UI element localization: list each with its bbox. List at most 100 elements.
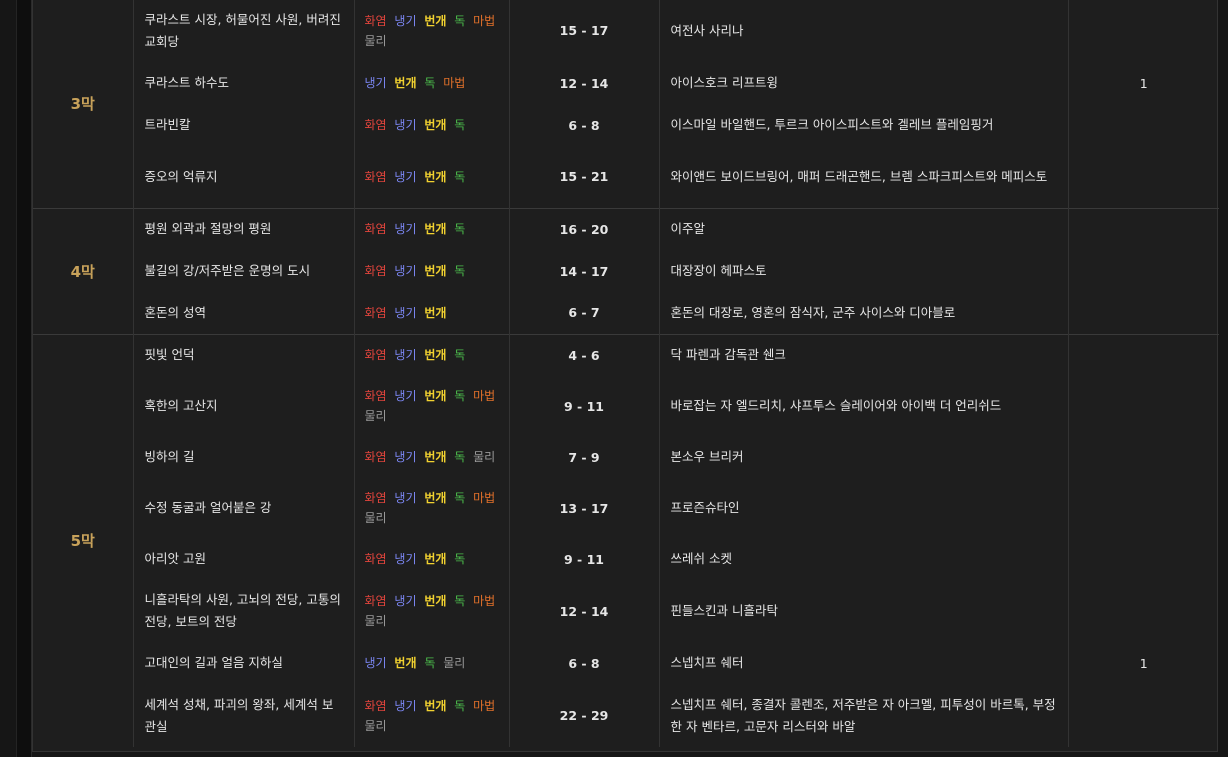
boss-cell: 혼돈의 대장로, 영혼의 잠식자, 군주 사이스와 디아블로 bbox=[659, 292, 1069, 334]
level-range-cell: 15 - 21 bbox=[509, 146, 660, 208]
level-range-cell: 16 - 20 bbox=[509, 207, 660, 250]
level-range-cell: 6 - 7 bbox=[509, 292, 660, 334]
cold-resist-tag: 냉기 bbox=[394, 389, 417, 403]
table-row: 니흘라탁의 사원, 고뇌의 전당, 고통의 전당, 보트의 전당 화염 냉기 번개… bbox=[33, 580, 1219, 642]
location-cell: 니흘라탁의 사원, 고뇌의 전당, 고통의 전당, 보트의 전당 bbox=[133, 580, 355, 642]
table-row: 아리앗 고원 화염 냉기 번개 독 9 - 11 쓰레쉬 소켓 bbox=[33, 538, 1219, 580]
boss-cell: 아이스호크 리프트윙 bbox=[659, 62, 1069, 104]
table-row: 빙하의 길 화염 냉기 번개 독 물리 7 - 9 본소우 브리커 bbox=[33, 436, 1219, 478]
location-cell: 쿠라스트 하수도 bbox=[133, 62, 355, 104]
count-cell bbox=[1068, 207, 1219, 250]
chaos-resist-tag: 독 bbox=[454, 264, 466, 278]
location-cell: 수정 동굴과 얼어붙은 강 bbox=[133, 478, 355, 538]
magic-resist-tag: 마법 bbox=[473, 594, 496, 608]
count-cell bbox=[1068, 436, 1219, 478]
fire-resist-tag: 화염 bbox=[364, 305, 387, 320]
physical-resist-tag: 물리 bbox=[443, 656, 466, 670]
cold-resist-tag: 냉기 bbox=[394, 594, 417, 608]
location-cell: 아리앗 고원 bbox=[133, 538, 355, 580]
cold-resist-tag: 냉기 bbox=[394, 491, 417, 505]
left-scroll-gutter bbox=[16, 0, 32, 757]
table-row: 쿠라스트 하수도 냉기 번개 독 마법 12 - 14 아이스호크 리프트윙 1 bbox=[33, 62, 1219, 104]
chaos-resist-tag: 독 bbox=[454, 698, 466, 713]
level-range-cell: 22 - 29 bbox=[509, 684, 660, 747]
table-row: 수정 동굴과 얼어붙은 강 화염 냉기 번개 독 마법 물리 13 - 17 프로즌… bbox=[33, 478, 1219, 538]
right-gutter bbox=[1218, 0, 1228, 757]
act-label: 5막 bbox=[33, 333, 134, 747]
count-cell bbox=[1068, 333, 1219, 376]
magic-resist-tag: 마법 bbox=[443, 76, 466, 90]
lightning-resist-tag: 번개 bbox=[424, 389, 447, 403]
lightning-resist-tag: 번개 bbox=[424, 13, 447, 28]
chaos-resist-tag: 독 bbox=[454, 348, 466, 363]
act-label: 3막 bbox=[33, 0, 134, 208]
level-range-cell: 14 - 17 bbox=[509, 250, 660, 292]
cold-resist-tag: 냉기 bbox=[394, 698, 417, 713]
location-cell: 고대인의 길과 얼음 지하실 bbox=[133, 642, 355, 684]
lightning-resist-tag: 번개 bbox=[394, 76, 417, 90]
magic-resist-tag: 마법 bbox=[473, 698, 496, 713]
boss-cell: 스넵치프 쉐터 bbox=[659, 642, 1069, 684]
fire-resist-tag: 화염 bbox=[364, 594, 387, 608]
boss-cell: 바로잡는 자 엘드리치, 샤프투스 슬레이어와 아이백 더 언리쉬드 bbox=[659, 376, 1069, 436]
count-cell: 1 bbox=[1139, 75, 1148, 91]
cold-resist-tag: 냉기 bbox=[394, 305, 417, 320]
count-cell: 1 bbox=[1139, 655, 1148, 671]
fire-resist-tag: 화염 bbox=[364, 222, 387, 237]
cold-resist-tag: 냉기 bbox=[394, 169, 417, 184]
location-cell: 불길의 강/저주받은 운명의 도시 bbox=[133, 250, 355, 292]
table-row: 4막 평원 외곽과 절망의 평원 화염 냉기 번개 독 16 - 20 이주알 bbox=[33, 207, 1219, 334]
location-cell: 혹한의 고산지 bbox=[133, 376, 355, 436]
fire-resist-tag: 화염 bbox=[364, 169, 387, 184]
lightning-resist-tag: 번개 bbox=[424, 305, 447, 320]
resistance-cell: 화염 냉기 번개 독 bbox=[354, 538, 510, 580]
fire-resist-tag: 화염 bbox=[364, 450, 387, 464]
table-row: 세계석 성채, 파괴의 왕좌, 세계석 보관실 화염 냉기 번개 독 마법 물리 … bbox=[33, 684, 1219, 747]
resistance-cell: 화염 냉기 번개 독 bbox=[354, 146, 510, 208]
boss-cell: 본소우 브리커 bbox=[659, 436, 1069, 478]
count-cell bbox=[1068, 684, 1219, 747]
chaos-resist-tag: 독 bbox=[454, 491, 466, 505]
cold-resist-tag: 냉기 bbox=[394, 118, 417, 132]
magic-resist-tag: 마법 bbox=[473, 491, 496, 505]
boss-cell: 대장장이 헤파스토 bbox=[659, 250, 1069, 292]
chaos-resist-tag: 독 bbox=[454, 552, 466, 566]
count-cell bbox=[1068, 146, 1219, 208]
count-cell bbox=[1068, 104, 1219, 146]
count-cell bbox=[1068, 478, 1219, 538]
cold-resist-tag: 냉기 bbox=[394, 450, 417, 464]
lightning-resist-tag: 번개 bbox=[424, 118, 447, 132]
chaos-resist-tag: 독 bbox=[454, 594, 466, 608]
fire-resist-tag: 화염 bbox=[364, 698, 387, 713]
count-cell bbox=[1068, 580, 1219, 642]
chaos-resist-tag: 독 bbox=[454, 118, 466, 132]
count-cell bbox=[1068, 376, 1219, 436]
fire-resist-tag: 화염 bbox=[364, 491, 387, 505]
resistance-cell: 화염 냉기 번개 독 마법 물리 bbox=[354, 478, 510, 538]
cold-resist-tag: 냉기 bbox=[394, 348, 417, 363]
lightning-resist-tag: 번개 bbox=[394, 656, 417, 670]
location-cell: 쿠라스트 시장, 허물어진 사원, 버려진 교회당 bbox=[133, 0, 355, 62]
resistance-cell: 냉기 번개 독 마법 bbox=[354, 62, 510, 104]
table-row: 트라빈칼 화염 냉기 번개 독 6 - 8 이스마일 바일핸드, 투르크 아이스피스… bbox=[33, 104, 1219, 146]
resistance-cell: 화염 냉기 번개 독 마법 물리 bbox=[354, 0, 510, 62]
lightning-resist-tag: 번개 bbox=[424, 264, 447, 278]
boss-cell: 쓰레쉬 소켓 bbox=[659, 538, 1069, 580]
physical-resist-tag: 물리 bbox=[364, 614, 387, 628]
boss-cell: 이주알 bbox=[659, 207, 1069, 250]
lightning-resist-tag: 번개 bbox=[424, 169, 447, 184]
magic-resist-tag: 마법 bbox=[473, 13, 496, 28]
fire-resist-tag: 화염 bbox=[364, 264, 387, 278]
level-range-cell: 4 - 6 bbox=[509, 333, 660, 376]
lightning-resist-tag: 번개 bbox=[424, 698, 447, 713]
lightning-resist-tag: 번개 bbox=[424, 594, 447, 608]
location-cell: 평원 외곽과 절망의 평원 bbox=[133, 207, 355, 250]
fire-resist-tag: 화염 bbox=[364, 552, 387, 566]
location-cell: 증오의 억류지 bbox=[133, 146, 355, 208]
count-cell bbox=[1068, 292, 1219, 334]
level-range-cell: 9 - 11 bbox=[509, 538, 660, 580]
boss-cell: 이스마일 바일핸드, 투르크 아이스피스트와 겔레브 플레임핑거 bbox=[659, 104, 1069, 146]
level-range-cell: 6 - 8 bbox=[509, 104, 660, 146]
lightning-resist-tag: 번개 bbox=[424, 491, 447, 505]
chaos-resist-tag: 독 bbox=[424, 76, 436, 90]
